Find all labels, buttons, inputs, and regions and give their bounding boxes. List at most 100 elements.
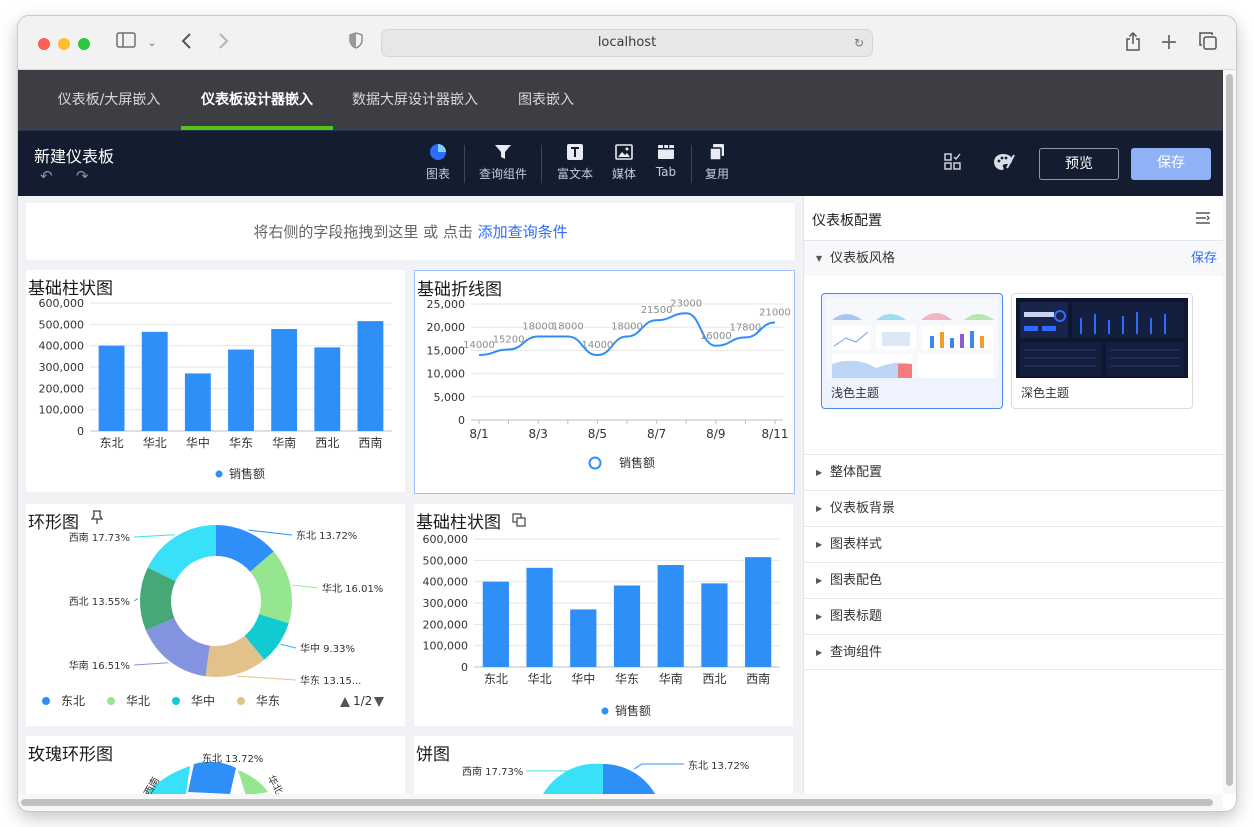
copy-icon (709, 144, 724, 161)
undo-icon[interactable]: ↶ (40, 167, 53, 185)
section-label: 整体配置 (830, 465, 883, 480)
redo-icon[interactable]: ↷ (76, 167, 89, 185)
x-tick-label: 华南 (272, 435, 296, 450)
tab-chart-embed[interactable]: 图表嵌入 (506, 70, 586, 130)
theme-light[interactable]: 浅色主题 (821, 293, 1003, 409)
caret-right-icon: ▶ (816, 540, 823, 549)
bar-chart-card[interactable]: 基础柱状图 0 100,000 200,000 300,000 400,000 500,0… (26, 270, 405, 492)
back-icon[interactable] (176, 32, 196, 54)
x-tick-label: 8/9 (706, 427, 725, 441)
theme-name: 深色主题 (1021, 386, 1070, 400)
horizontal-scrollbar[interactable] (18, 794, 1223, 811)
sidebar-toggle-icon[interactable] (114, 32, 138, 54)
section-label: 图表标题 (830, 609, 883, 624)
rose-label: 华北 16.0 (265, 773, 299, 794)
chevron-down-icon[interactable]: ⌄ (145, 32, 159, 54)
x-tick-label: 东北 (100, 436, 124, 450)
dashboard-canvas: 将右侧的字段拖拽到这里 或 点击 添加查询条件 基础柱状图 0 100,000 20… (18, 196, 803, 794)
theme-dark[interactable]: 深色主题 (1011, 293, 1193, 409)
reload-icon[interactable]: ↻ (854, 30, 864, 56)
section-dashboard-background[interactable]: ▶ 仪表板背景 (804, 490, 1224, 526)
section-chart-title[interactable]: ▶ 图表标题 (804, 598, 1224, 634)
pie-label: 西南 17.73% (462, 765, 523, 778)
x-tick-label: 8/7 (647, 427, 666, 441)
y-tick-label: 500,000 (423, 554, 469, 567)
tab-dashboard-designer-embed[interactable]: 仪表板设计器嵌入 (181, 70, 333, 130)
tool-chart[interactable]: 图表 (410, 143, 466, 182)
dashboard-title[interactable]: 新建仪表板 (34, 143, 114, 167)
rose-chart-card[interactable]: 玫瑰环形图 东北 13.72% 西南 华北 16.0 (26, 736, 405, 794)
close-window-button[interactable] (38, 38, 50, 50)
share-icon[interactable] (1123, 31, 1143, 54)
y-tick-label: 300,000 (39, 361, 85, 374)
caret-down-icon: ▼ (816, 254, 823, 263)
donut-chart: 东北 13.72% 华北 16.01% 华中 9.33% 华东 13.15... 华南 … (42, 525, 384, 708)
scrollbar-thumb[interactable] (1226, 74, 1233, 786)
tool-reuse[interactable]: 复用 (689, 143, 745, 182)
tab-dashboard-embed[interactable]: 仪表板/大屏嵌入 (46, 70, 172, 130)
new-tab-icon[interactable]: + (1159, 32, 1179, 54)
line-chart-card[interactable]: 基础折线图 0 5,000 10,000 15,000 20,000 25,000 8/1 8… (414, 270, 795, 494)
y-tick-label: 200,000 (39, 382, 85, 395)
style-save-link[interactable]: 保存 (1191, 241, 1217, 276)
bar (141, 331, 168, 431)
legend-marker (601, 707, 609, 715)
tool-query[interactable]: 查询组件 (473, 143, 533, 182)
tool-media-label: 媒体 (611, 167, 636, 181)
preview-button[interactable]: 预览 (1039, 148, 1119, 180)
bar-chart-card[interactable]: 基础柱状图 0 100,000 200,000 300,000 400,000 500,0… (414, 504, 793, 726)
x-tick-label: 华中 (186, 435, 210, 450)
data-label: 23000 (670, 298, 702, 309)
donut-chart-card[interactable]: 环形图 东北 13.72% 华北 16.01% 华中 9.33% 华东 13.15..… (26, 504, 405, 726)
tool-richtext[interactable]: 富文本 (547, 143, 603, 182)
legend-label: 东北 (61, 694, 85, 708)
slice-label: 华东 13.15... (300, 674, 361, 687)
tool-tab[interactable]: Tab (639, 143, 693, 179)
section-overall-config[interactable]: ▶ 整体配置 (804, 454, 1224, 490)
bar (314, 347, 341, 431)
designer-header: 新建仪表板 ↶ ↷ 图表 查询组件 富文本 媒体 Tab 复用 预览 保存 (18, 130, 1223, 196)
tab-bigscreen-designer-embed[interactable]: 数据大屏设计器嵌入 (343, 70, 487, 130)
pie-chart-card[interactable]: 饼图 西南 17.73% 东北 13.72% (414, 736, 793, 794)
legend-label: 销售额 (615, 703, 651, 718)
vertical-scrollbar[interactable] (1223, 70, 1236, 794)
app-nav: 仪表板/大屏嵌入 仪表板设计器嵌入 数据大屏设计器嵌入 图表嵌入 (18, 70, 1223, 130)
data-label: 18000 (611, 321, 643, 332)
data-label: 15200 (493, 334, 525, 345)
scrollbar-thumb[interactable] (21, 799, 1213, 806)
tool-reuse-label: 复用 (704, 167, 729, 181)
bar (745, 557, 772, 667)
caret-right-icon: ▶ (816, 576, 823, 585)
forward-icon[interactable] (214, 32, 234, 54)
label-leader (133, 598, 139, 602)
browser-window: ⌄ localhost ↻ + 仪表板/大屏嵌入 仪表板设计器嵌入 数据大屏设计… (18, 16, 1236, 811)
tab-overview-icon[interactable] (1198, 32, 1218, 54)
zoom-window-button[interactable] (78, 38, 90, 50)
section-dashboard-style[interactable]: ▼ 仪表板风格 保存 (804, 240, 1224, 276)
y-tick-label: 25,000 (427, 298, 466, 311)
section-chart-colors[interactable]: ▶ 图表配色 (804, 562, 1224, 598)
data-label: 14000 (581, 340, 613, 351)
section-chart-style[interactable]: ▶ 图表样式 (804, 526, 1224, 562)
query-drop-zone[interactable]: 将右侧的字段拖拽到这里 或 点击 添加查询条件 (26, 203, 795, 260)
filter-icon (495, 145, 511, 159)
add-query-link[interactable]: 添加查询条件 (478, 223, 568, 241)
y-tick-label: 0 (461, 661, 468, 674)
collapse-panel-icon[interactable] (1195, 210, 1211, 229)
privacy-shield-icon[interactable] (348, 32, 364, 54)
minimize-window-button[interactable] (58, 38, 70, 50)
theme-palette-icon[interactable] (993, 152, 1015, 176)
y-tick-label: 0 (77, 425, 84, 438)
address-bar[interactable]: localhost ↻ (381, 29, 873, 57)
save-button[interactable]: 保存 (1131, 148, 1211, 180)
x-tick-label: 西北 (702, 672, 726, 686)
section-label: 仪表板风格 (830, 251, 896, 266)
x-tick-label: 西南 (358, 435, 382, 450)
toolbar-divider (464, 145, 465, 183)
tool-chart-label: 图表 (425, 167, 450, 181)
section-query-component[interactable]: ▶ 查询组件 (804, 634, 1224, 670)
section-label: 仪表板背景 (830, 501, 896, 516)
layout-grid-icon[interactable] (944, 153, 962, 175)
bar (98, 345, 125, 431)
text-icon (567, 144, 583, 160)
